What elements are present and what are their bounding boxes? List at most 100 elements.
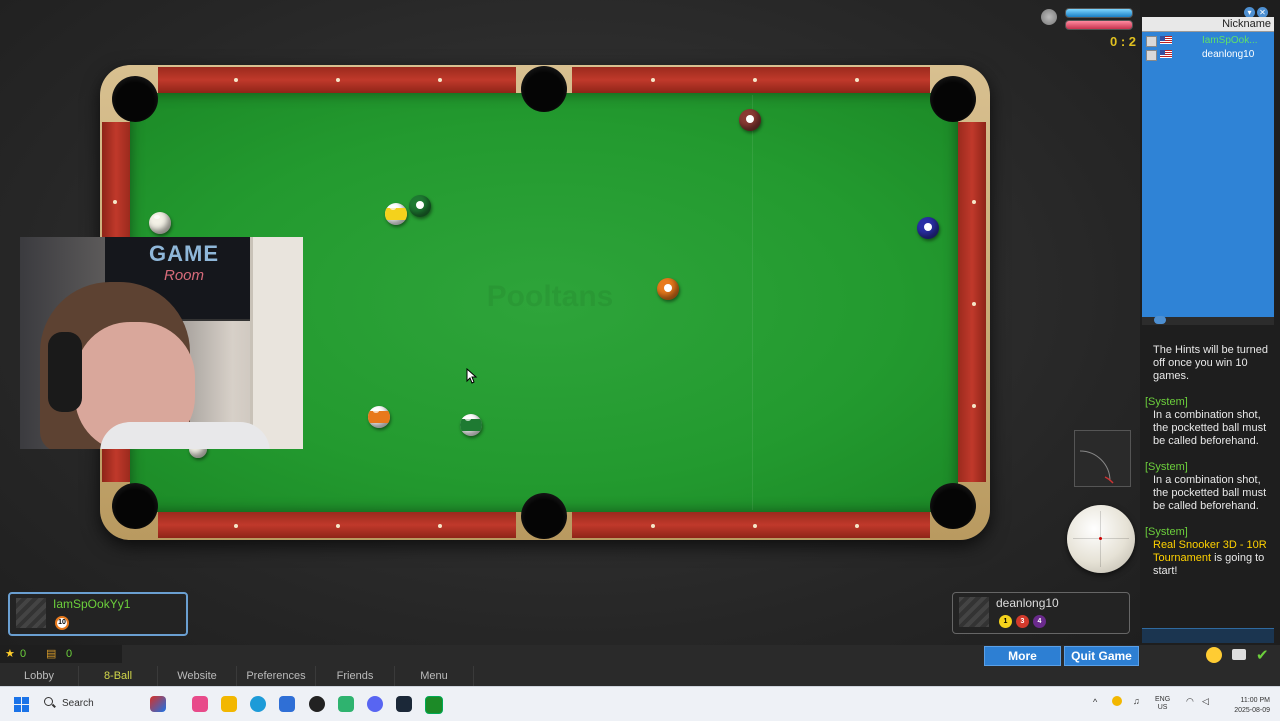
- chat-message-text: Real Snooker 3D - 10R Tournament is goin…: [1145, 539, 1268, 578]
- pocket-bottom-right: [930, 483, 976, 529]
- checkmark-icon[interactable]: ✔: [1256, 646, 1272, 664]
- nickname-column-header[interactable]: Nickname: [1222, 18, 1271, 30]
- cue-ball[interactable]: [149, 212, 171, 234]
- rail-diamond: [753, 524, 757, 528]
- player-list-nick: IamSpOok...: [1202, 35, 1258, 46]
- emoji-icon[interactable]: [1206, 647, 1222, 663]
- ball-6: [409, 195, 431, 217]
- player-1-avatar: [16, 598, 46, 628]
- ball-14: [460, 414, 482, 436]
- player-list-header[interactable]: Nickname: [1142, 17, 1274, 32]
- webcam-headset: [48, 332, 82, 412]
- volume-icon[interactable]: ◁: [1202, 696, 1209, 707]
- rail-diamond: [234, 78, 238, 82]
- match-score: 0 : 2: [1109, 34, 1136, 49]
- rail-diamond: [972, 200, 976, 204]
- store-icon[interactable]: [279, 696, 295, 712]
- webcam-shirt: [100, 422, 270, 449]
- chat-system-tag: [System]: [1145, 396, 1188, 408]
- tab-menu[interactable]: Menu: [395, 666, 474, 686]
- player-list-row[interactable]: deanlong10: [1142, 48, 1274, 62]
- quit-game-button[interactable]: Quit Game: [1064, 646, 1139, 666]
- chat-message: [System] In a combination shot, the pock…: [1145, 461, 1268, 513]
- chat-system-tag: [System]: [1145, 461, 1188, 473]
- taskbar-search-placeholder: Search: [62, 698, 94, 709]
- player-2-timer-bar: [1065, 20, 1133, 30]
- chat-message-text: In a combination shot, the pocketted bal…: [1153, 409, 1267, 447]
- rail-diamond: [855, 524, 859, 528]
- more-button[interactable]: More: [984, 646, 1061, 666]
- app-icon[interactable]: [309, 696, 325, 712]
- chat-bubble-icon[interactable]: [1232, 649, 1246, 660]
- rail-diamond: [336, 78, 340, 82]
- tab-friends[interactable]: Friends: [316, 666, 395, 686]
- rail-diamond: [438, 524, 442, 528]
- rail-diamond: [855, 78, 859, 82]
- pocket-top-right: [930, 76, 976, 122]
- tray-app-icon[interactable]: [1112, 696, 1122, 706]
- player-1-remaining-ball: 10: [55, 616, 69, 630]
- rail-diamond: [651, 78, 655, 82]
- chat-message: [System] Real Snooker 3D - 10R Tournamen…: [1145, 526, 1268, 578]
- pocket-top-middle: [521, 66, 567, 112]
- player-1-name: IamSpOokYy1: [53, 597, 131, 611]
- taskbar-search[interactable]: Search: [40, 695, 140, 713]
- player-list-row[interactable]: IamSpOok...: [1142, 34, 1274, 48]
- player-list: Nickname IamSpOok... deanlong10: [1142, 17, 1274, 317]
- webcam-poster-subtitle: Room: [163, 267, 204, 284]
- player-1-panel: IamSpOokYy1 10: [8, 592, 188, 636]
- wifi-icon[interactable]: ◠: [1186, 696, 1194, 707]
- rail-diamond: [336, 524, 340, 528]
- tab-8-ball[interactable]: 8-Ball: [79, 666, 158, 686]
- us-flag-icon: [1160, 50, 1172, 58]
- rail-diamond: [651, 524, 655, 528]
- webcam-door: [250, 237, 303, 449]
- pocket-top-left: [112, 76, 158, 122]
- webcam-overlay: GAME Room: [20, 237, 303, 449]
- taskbar-clock[interactable]: 11:00 PM 2025-08-09: [1228, 696, 1270, 716]
- chat-input[interactable]: [1142, 628, 1274, 643]
- panel-splitter-handle[interactable]: [1154, 316, 1166, 324]
- window-controls: ▾ ✕: [1242, 2, 1278, 18]
- file-explorer-icon[interactable]: [221, 696, 237, 712]
- clock-date: 2025-08-09: [1234, 707, 1270, 714]
- spin-control[interactable]: [1067, 505, 1135, 573]
- rail-bottom-right: [572, 512, 930, 538]
- app-icon[interactable]: [338, 696, 354, 712]
- rail-diamond: [113, 200, 117, 204]
- star-icon: ★: [5, 648, 15, 660]
- resources-bar: ★ 0 ▤ 0: [0, 645, 122, 663]
- ball-2: [917, 217, 939, 239]
- chat-message: The Hints will be turned off once you wi…: [1145, 344, 1268, 383]
- chest-icon: ▤: [46, 648, 57, 660]
- language-indicator[interactable]: ENG US: [1155, 696, 1170, 712]
- app-icon[interactable]: [150, 696, 166, 712]
- pool-game-icon[interactable]: [425, 696, 443, 714]
- app-icon[interactable]: [192, 696, 208, 712]
- game-area[interactable]: Pooltans GAME Room 0 : 2 IamSpOokYy1 10 …: [0, 0, 1140, 645]
- player-2-remaining-ball: 4: [1033, 615, 1046, 628]
- player-2-name: deanlong10: [996, 596, 1059, 610]
- tab-website[interactable]: Website: [158, 666, 237, 686]
- player-2-panel: deanlong10 1 3 4: [952, 592, 1130, 634]
- steam-icon[interactable]: [396, 696, 412, 712]
- rail-diamond: [972, 302, 976, 306]
- ball-13: [368, 406, 390, 428]
- edge-browser-icon[interactable]: [250, 696, 266, 712]
- clock-time: 11:00 PM: [1240, 697, 1270, 704]
- settings-orb-icon[interactable]: [1041, 9, 1057, 25]
- tab-lobby[interactable]: Lobby: [0, 666, 79, 686]
- player-2-remaining-ball: 3: [1016, 615, 1029, 628]
- windows-start-icon[interactable]: [14, 697, 29, 712]
- chevron-up-icon[interactable]: ^: [1093, 697, 1097, 707]
- tab-preferences[interactable]: Preferences: [237, 666, 316, 686]
- rail-diamond: [972, 404, 976, 408]
- language-code: ENG: [1155, 696, 1171, 703]
- table-watermark: Pooltans: [486, 280, 614, 313]
- player-list-nick: deanlong10: [1202, 49, 1255, 60]
- head-string-line: [752, 95, 753, 510]
- microphone-icon[interactable]: ♫: [1133, 696, 1140, 706]
- discord-icon[interactable]: [367, 696, 383, 712]
- cue-angle-control[interactable]: [1074, 430, 1131, 487]
- player-status-icon: [1146, 50, 1157, 61]
